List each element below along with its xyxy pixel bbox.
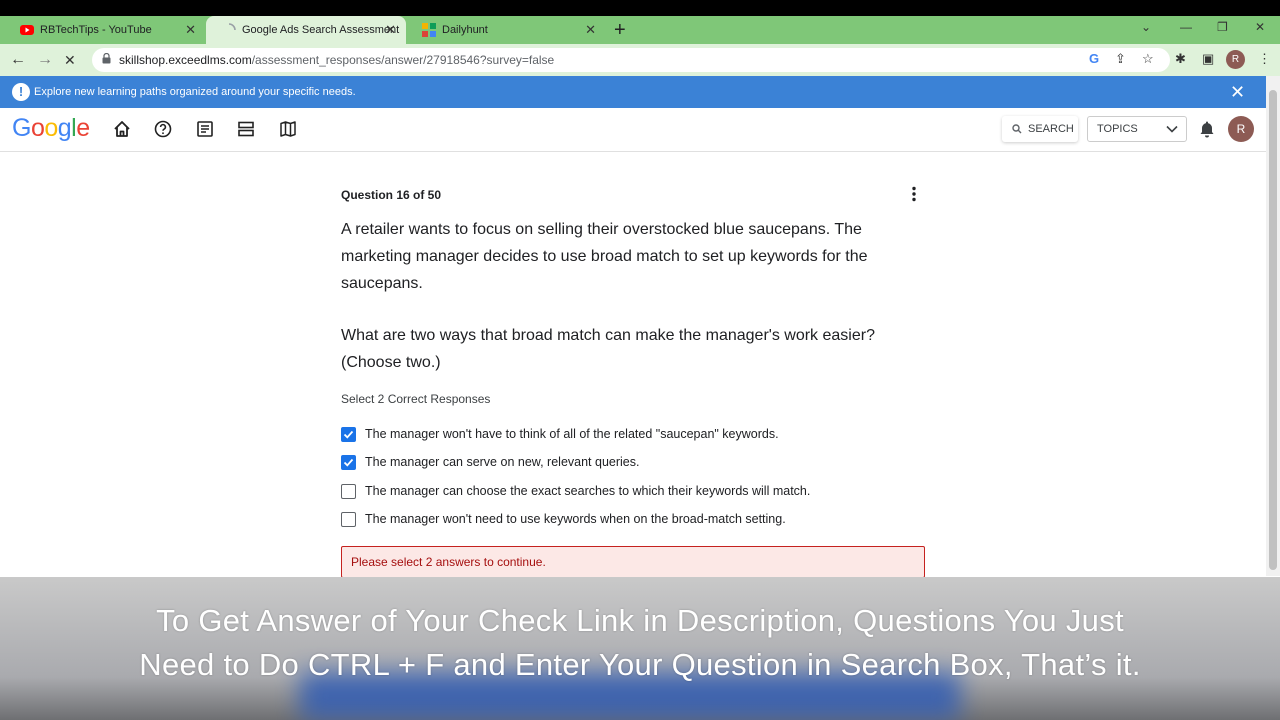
search-button[interactable]: SEARCH <box>1002 116 1078 142</box>
close-tab-icon[interactable]: ✕ <box>185 22 196 38</box>
caption-overlay: To Get Answer of Your Check Link in Desc… <box>0 577 1280 720</box>
youtube-icon <box>20 23 34 37</box>
back-icon[interactable]: ← <box>10 50 26 70</box>
article-icon[interactable] <box>196 120 216 140</box>
answer-label: The manager won't have to think of all o… <box>365 427 779 441</box>
url-path: /assessment_responses/answer/27918546?su… <box>251 53 555 67</box>
close-banner-icon[interactable]: ✕ <box>1230 82 1245 102</box>
url-field[interactable]: skillshop.exceedlms.com/assessment_respo… <box>92 48 1170 72</box>
menu-icon[interactable]: ⋮ <box>1258 51 1271 67</box>
tab-title: Google Ads Search Assessment <box>242 24 400 36</box>
close-tab-icon[interactable]: ✕ <box>385 22 396 38</box>
share-icon[interactable]: ⇪ <box>1115 51 1126 67</box>
tab-search-icon[interactable]: ⌄ <box>1141 20 1151 34</box>
site-header: Google SEARCH TOPICS R <box>0 108 1266 152</box>
user-avatar[interactable]: R <box>1228 116 1254 142</box>
lock-icon <box>102 52 111 67</box>
dailyhunt-icon <box>422 23 436 37</box>
close-tab-icon[interactable]: ✕ <box>585 22 596 38</box>
answer-option[interactable]: The manager won't need to use keywords w… <box>341 510 786 528</box>
chevron-down-icon <box>1166 125 1178 133</box>
answer-option[interactable]: The manager won't have to think of all o… <box>341 425 779 443</box>
logo-letter: o <box>44 114 58 142</box>
search-icon <box>1012 124 1022 134</box>
banner-text[interactable]: Explore new learning paths organized aro… <box>34 86 356 98</box>
question-prompt: What are two ways that broad match can m… <box>341 327 875 371</box>
answer-checkbox[interactable] <box>341 454 356 470</box>
response-instruction: Select 2 Correct Responses <box>341 392 491 406</box>
page-scrollbar[interactable] <box>1266 76 1280 576</box>
side-panel-icon[interactable]: ▣ <box>1202 51 1214 67</box>
close-window-icon[interactable]: ✕ <box>1255 20 1265 34</box>
info-banner: ! Explore new learning paths organized a… <box>0 76 1266 108</box>
answer-label: The manager can choose the exact searche… <box>365 484 811 498</box>
tab-assessment[interactable]: Google Ads Search Assessment ✕ <box>206 16 406 44</box>
url-host: skillshop.exceedlms.com <box>119 53 252 67</box>
tab-bar: RBTechTips - YouTube ✕ Google Ads Search… <box>0 16 1280 44</box>
error-text: Please select 2 answers to continue. <box>351 555 546 569</box>
tab-title: Dailyhunt <box>442 24 488 36</box>
bookmark-star-icon[interactable]: ☆ <box>1142 51 1154 67</box>
answer-label: The manager can serve on new, relevant q… <box>365 455 640 469</box>
google-lens-icon[interactable]: G <box>1089 51 1099 66</box>
checkmark-icon <box>343 430 354 439</box>
topics-label: TOPICS <box>1097 123 1138 135</box>
forward-icon[interactable]: → <box>37 50 53 70</box>
caption-line-2: Need to Do CTRL + F and Enter Your Quest… <box>139 647 1141 682</box>
checkmark-icon <box>343 458 354 467</box>
question-scenario: A retailer wants to focus on selling the… <box>341 221 868 292</box>
answer-checkbox[interactable] <box>341 511 356 527</box>
logo-letter: g <box>57 114 72 142</box>
minimize-icon[interactable]: — <box>1180 20 1192 34</box>
tab-dailyhunt[interactable]: Dailyhunt ✕ <box>406 16 606 44</box>
error-message: Please select 2 answers to continue. <box>341 546 925 578</box>
search-label: SEARCH <box>1028 123 1074 135</box>
logo-letter: o <box>30 114 45 142</box>
new-tab-icon[interactable]: + <box>614 18 626 42</box>
notifications-bell-icon[interactable] <box>1199 120 1215 143</box>
scrollbar-thumb[interactable] <box>1269 90 1277 570</box>
tab-youtube[interactable]: RBTechTips - YouTube ✕ <box>4 16 206 44</box>
more-options-icon[interactable] <box>911 186 917 207</box>
window-top-strip <box>0 0 1280 16</box>
tab-title: RBTechTips - YouTube <box>40 24 152 36</box>
maximize-icon[interactable]: ❐ <box>1217 20 1228 34</box>
answer-label: The manager won't need to use keywords w… <box>365 512 786 526</box>
map-icon[interactable] <box>279 120 299 140</box>
extensions-icon[interactable]: ✱ <box>1175 51 1186 67</box>
answer-option[interactable]: The manager can serve on new, relevant q… <box>341 453 639 471</box>
list-view-icon[interactable] <box>237 120 257 140</box>
home-icon[interactable] <box>113 120 133 140</box>
answer-checkbox[interactable] <box>341 483 356 499</box>
topics-dropdown[interactable]: TOPICS <box>1087 116 1187 142</box>
caption-line-1: To Get Answer of Your Check Link in Desc… <box>156 603 1124 638</box>
logo-letter: e <box>76 114 90 142</box>
info-icon: ! <box>12 83 30 101</box>
question-counter: Question 16 of 50 <box>341 188 442 202</box>
logo-letter: G <box>12 114 31 142</box>
video-caption: To Get Answer of Your Check Link in Desc… <box>0 599 1280 687</box>
help-icon[interactable] <box>154 120 174 140</box>
google-logo[interactable]: Google <box>12 114 90 143</box>
stop-loading-icon[interactable]: ✕ <box>64 50 76 70</box>
address-bar: ← → ✕ skillshop.exceedlms.com/assessment… <box>0 44 1280 76</box>
loading-icon <box>222 23 236 37</box>
answer-option[interactable]: The manager can choose the exact searche… <box>341 482 810 500</box>
profile-avatar[interactable]: R <box>1226 50 1245 69</box>
answer-checkbox[interactable] <box>341 426 356 442</box>
